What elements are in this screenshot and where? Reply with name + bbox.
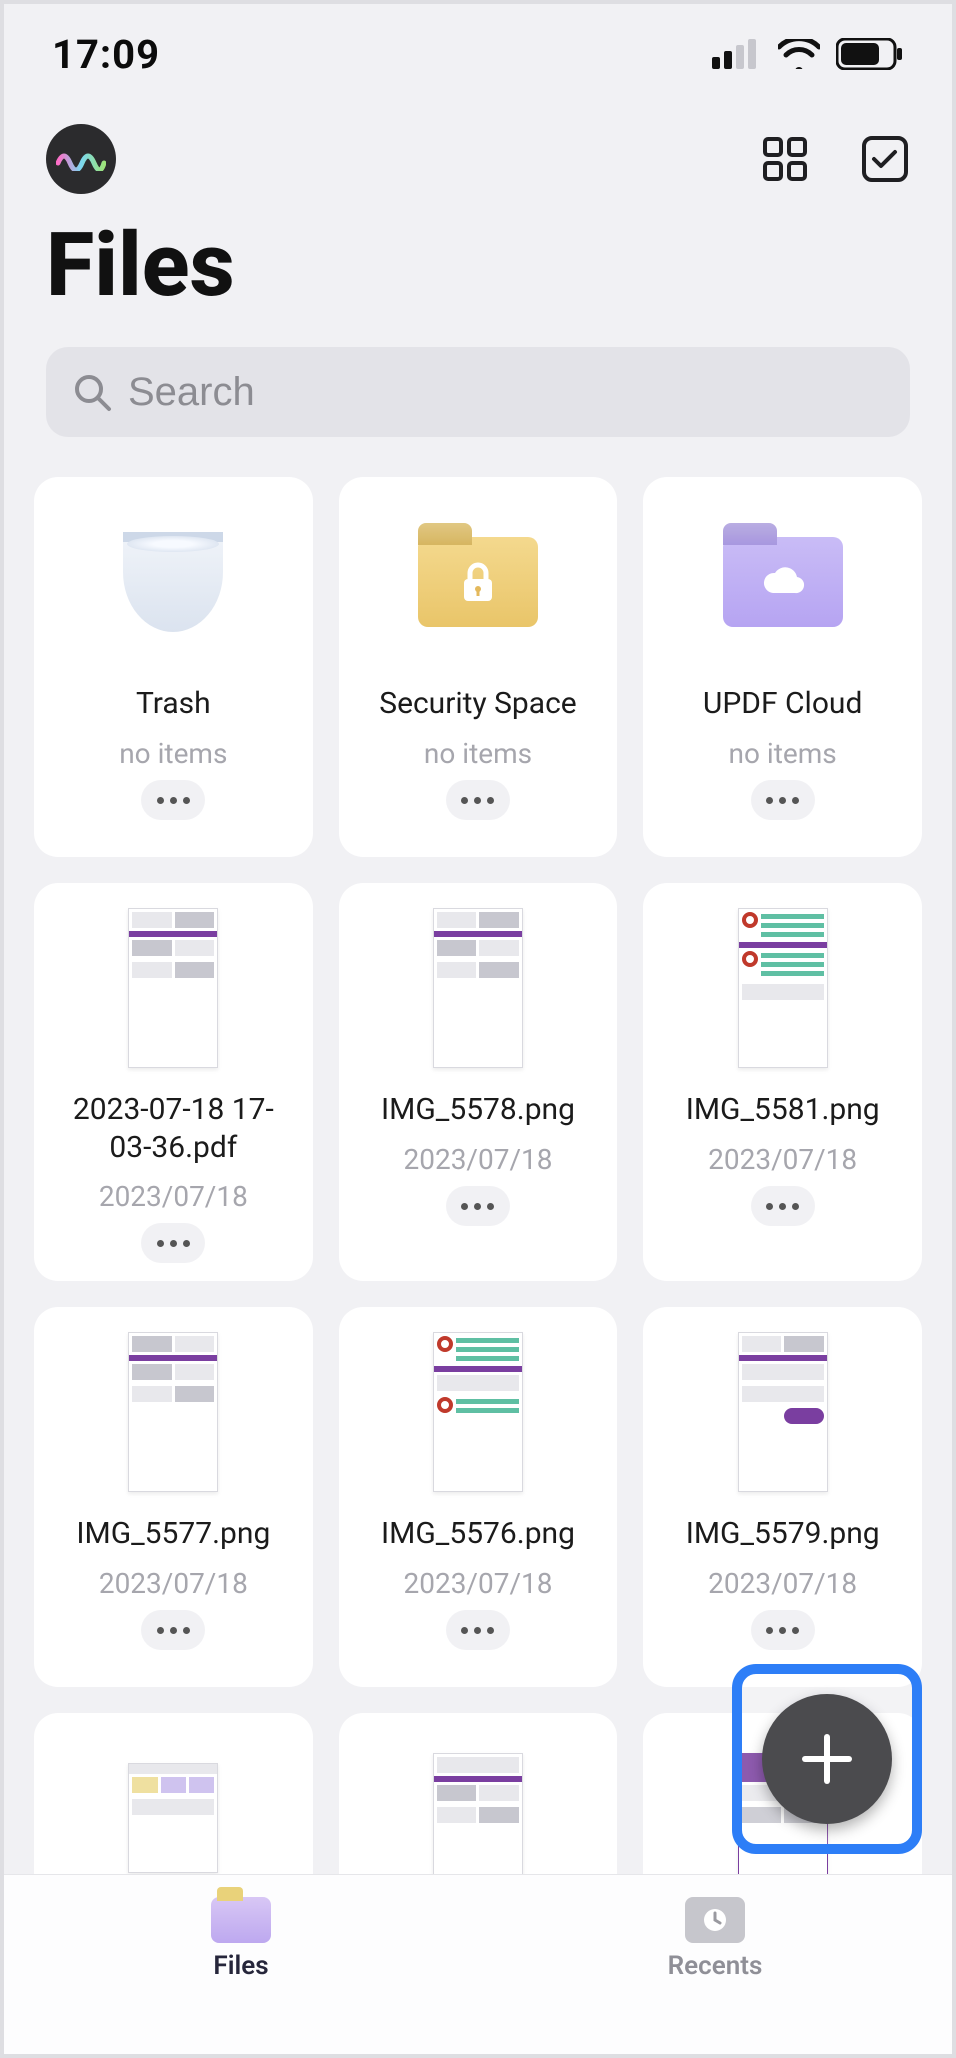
fab-highlight <box>732 1664 922 1854</box>
more-button[interactable] <box>446 1610 510 1650</box>
folder-updf-cloud[interactable]: UPDF Cloud no items <box>643 477 922 857</box>
file-name: IMG_5579.png <box>680 1515 886 1553</box>
lock-icon <box>460 561 496 603</box>
doc-thumb-icon <box>738 908 828 1068</box>
folder-name: Trash <box>130 685 217 723</box>
more-button[interactable] <box>751 1610 815 1650</box>
file-name: IMG_5577.png <box>70 1515 276 1553</box>
search-bar[interactable] <box>46 347 910 437</box>
file-card[interactable]: IMG_5577.png 2023/07/18 <box>34 1307 313 1687</box>
tab-label: Recents <box>668 1951 763 1981</box>
tab-label: Files <box>213 1951 268 1981</box>
file-name: IMG_5576.png <box>375 1515 581 1553</box>
more-button[interactable] <box>141 1223 205 1263</box>
search-icon <box>72 372 112 412</box>
file-card[interactable]: 2023-07-18 17-03-36.pdf 2023/07/18 <box>34 883 313 1281</box>
doc-thumb-icon <box>128 908 218 1068</box>
file-date: 2023/07/18 <box>99 1567 248 1600</box>
app-logo-glyph <box>56 147 106 171</box>
more-button[interactable] <box>751 780 815 820</box>
cloud-icon <box>759 567 807 597</box>
more-button[interactable] <box>751 1186 815 1226</box>
select-mode-icon[interactable] <box>860 134 910 184</box>
folder-subtitle: no items <box>424 737 532 770</box>
file-date: 2023/07/18 <box>708 1567 857 1600</box>
recents-tab-icon <box>685 1897 745 1943</box>
doc-thumb-icon <box>738 1332 828 1492</box>
folder-security-space[interactable]: Security Space no items <box>339 477 618 857</box>
more-button[interactable] <box>446 780 510 820</box>
file-card[interactable]: IMG_5581.png 2023/07/18 <box>643 883 922 1281</box>
more-button[interactable] <box>446 1186 510 1226</box>
status-indicators <box>712 38 904 70</box>
file-date: 2023/07/18 <box>99 1180 248 1213</box>
folder-name: UPDF Cloud <box>697 685 868 723</box>
file-name: IMG_5581.png <box>680 1091 886 1129</box>
file-card[interactable]: IMG_5578.png 2023/07/18 <box>339 883 618 1281</box>
top-bar <box>4 104 952 204</box>
lock-folder-icon <box>418 537 538 627</box>
trash-icon <box>123 532 223 632</box>
files-tab-icon <box>211 1897 271 1943</box>
device-frame: 17:09 <box>0 0 956 2058</box>
cloud-folder-icon <box>723 537 843 627</box>
doc-thumb-icon <box>433 1332 523 1492</box>
folder-name: Security Space <box>373 685 582 723</box>
page-title: Files <box>4 204 952 347</box>
doc-thumb-icon <box>433 1753 523 1883</box>
tab-recents[interactable]: Recents <box>478 1875 952 2054</box>
cellular-icon <box>712 39 762 69</box>
status-bar: 17:09 <box>4 4 952 104</box>
file-date: 2023/07/18 <box>403 1567 552 1600</box>
more-button[interactable] <box>141 780 205 820</box>
tab-files[interactable]: Files <box>4 1875 478 2054</box>
file-card[interactable]: IMG_5579.png 2023/07/18 <box>643 1307 922 1687</box>
doc-thumb-icon <box>128 1332 218 1492</box>
folder-subtitle: no items <box>729 737 837 770</box>
folder-subtitle: no items <box>119 737 227 770</box>
grid-view-icon[interactable] <box>762 136 808 182</box>
battery-icon <box>836 38 904 70</box>
file-date: 2023/07/18 <box>708 1143 857 1176</box>
file-card[interactable]: IMG_5576.png 2023/07/18 <box>339 1307 618 1687</box>
status-time: 17:09 <box>52 31 160 78</box>
add-button[interactable] <box>762 1694 892 1824</box>
wifi-icon <box>778 39 820 69</box>
plus-icon <box>797 1729 857 1789</box>
more-button[interactable] <box>141 1610 205 1650</box>
doc-thumb-icon <box>433 908 523 1068</box>
file-name: IMG_5578.png <box>375 1091 581 1129</box>
folder-trash[interactable]: Trash no items <box>34 477 313 857</box>
app-logo[interactable] <box>46 124 116 194</box>
search-input[interactable] <box>128 370 884 415</box>
file-date: 2023/07/18 <box>403 1143 552 1176</box>
doc-thumb-icon <box>128 1763 218 1873</box>
file-name: 2023-07-18 17-03-36.pdf <box>46 1091 301 1166</box>
tab-bar: Files Recents <box>4 1874 952 2054</box>
